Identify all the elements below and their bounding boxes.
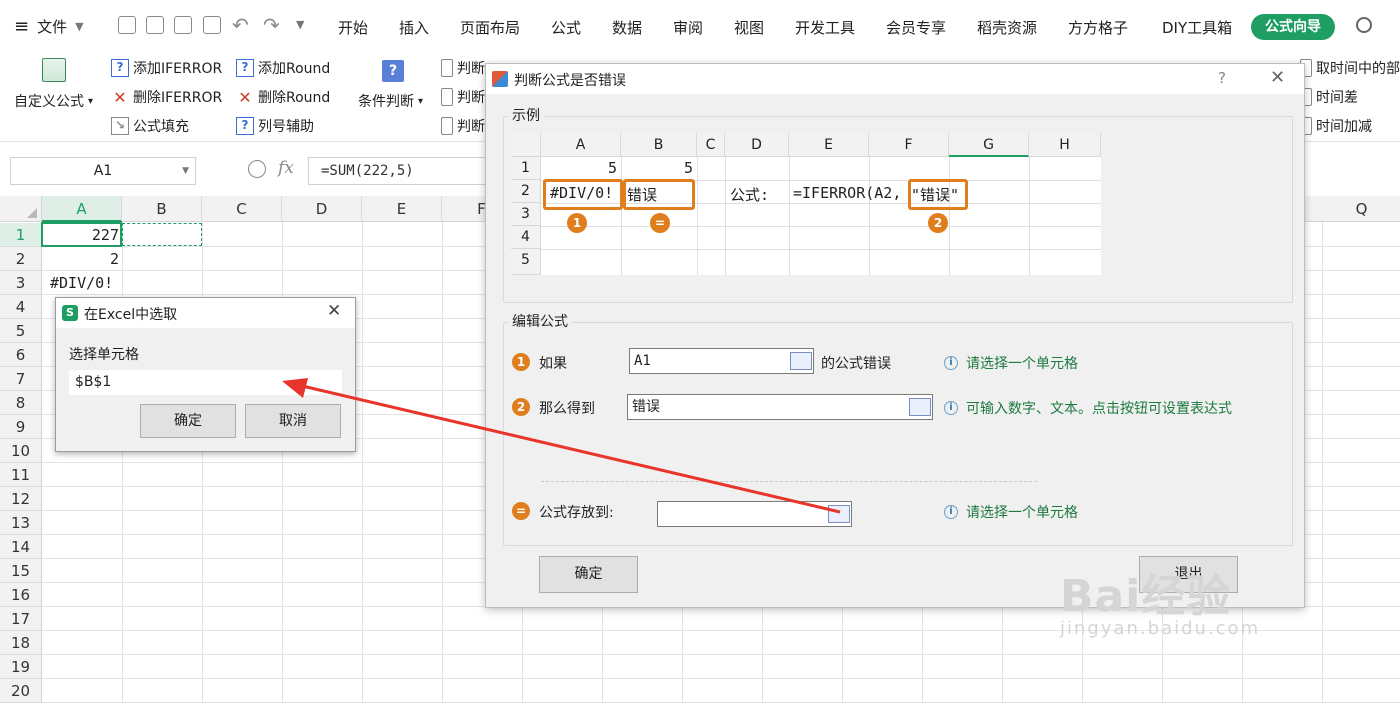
watermark-sub: jingyan.baidu.com [1060, 618, 1261, 639]
watermark-text: Bai经验 [1060, 571, 1232, 622]
watermark: Bai经验 jingyan.baidu.com [1060, 560, 1260, 639]
